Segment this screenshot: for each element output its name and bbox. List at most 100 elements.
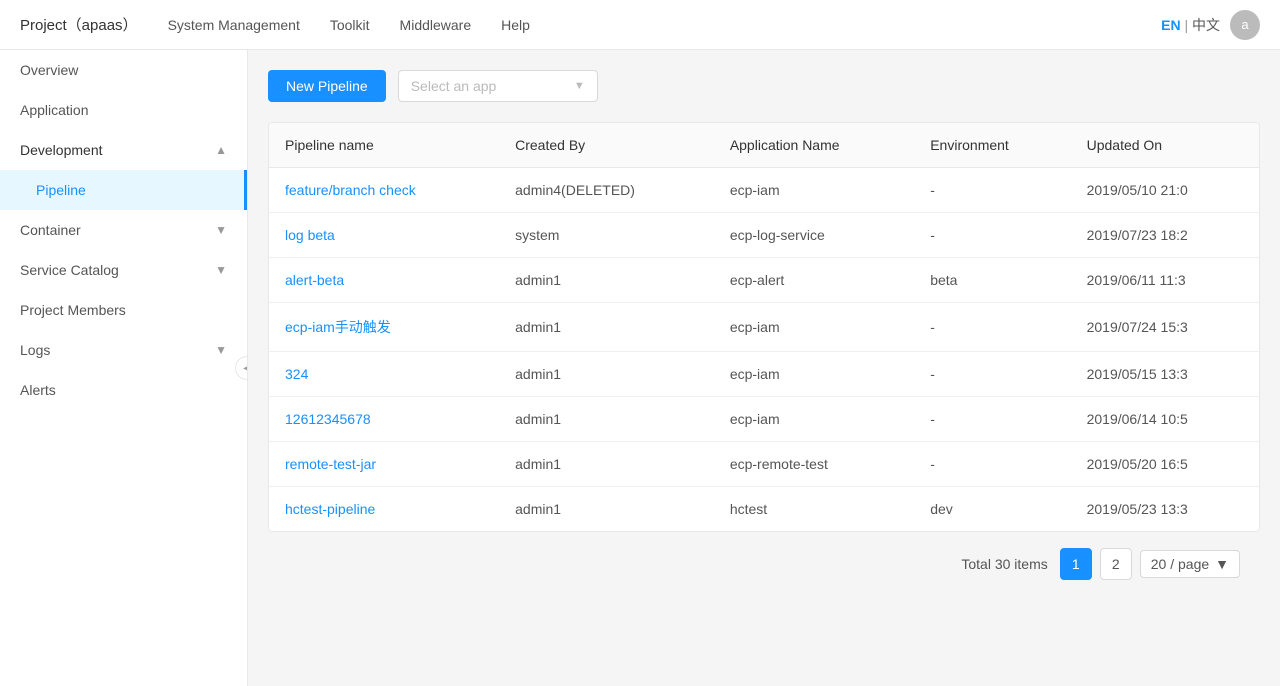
chevron-down-icon-logs: ▼ (215, 343, 227, 357)
sidebar-item-overview[interactable]: Overview (0, 50, 247, 90)
sidebar-item-application[interactable]: Application (0, 90, 247, 130)
col-environment: Environment (914, 123, 1070, 168)
page-size-caret-icon: ▼ (1215, 556, 1229, 572)
table-row: feature/branch check admin4(DELETED) ecp… (269, 168, 1259, 213)
sidebar-item-alerts[interactable]: Alerts (0, 370, 247, 410)
pipeline-name-link[interactable]: 12612345678 (285, 411, 371, 427)
lang-sep: | (1184, 17, 1188, 33)
cell-app-name: ecp-alert (714, 258, 914, 303)
pipeline-name-link[interactable]: log beta (285, 227, 335, 243)
cell-created-by: admin1 (499, 442, 714, 487)
pagination: Total 30 items 1 2 20 / page ▼ (268, 532, 1260, 596)
chevron-up-icon: ▲ (215, 143, 227, 157)
cell-updated-on: 2019/06/14 10:5 (1071, 397, 1259, 442)
col-pipeline-name: Pipeline name (269, 123, 499, 168)
table-scroll: Pipeline name Created By Application Nam… (269, 123, 1259, 531)
cell-pipeline-name: ecp-iam手动触发 (269, 303, 499, 352)
cell-pipeline-name: log beta (269, 213, 499, 258)
cell-updated-on: 2019/05/10 21:0 (1071, 168, 1259, 213)
page-size-label: 20 / page (1151, 556, 1209, 572)
cell-environment: - (914, 352, 1070, 397)
table-row: alert-beta admin1 ecp-alert beta 2019/06… (269, 258, 1259, 303)
col-app-name: Application Name (714, 123, 914, 168)
pipeline-name-link[interactable]: alert-beta (285, 272, 344, 288)
main-content: New Pipeline Select an app ▼ Pipeline na… (248, 50, 1280, 686)
cell-app-name: hctest (714, 487, 914, 532)
avatar[interactable]: a (1230, 10, 1260, 40)
cell-environment: - (914, 303, 1070, 352)
table-row: ecp-iam手动触发 admin1 ecp-iam - 2019/07/24 … (269, 303, 1259, 352)
pipeline-name-link[interactable]: feature/branch check (285, 182, 416, 198)
lang-en[interactable]: EN (1161, 17, 1180, 33)
col-created-by: Created By (499, 123, 714, 168)
nav-middleware[interactable]: Middleware (400, 17, 472, 33)
lang-switcher: EN | 中文 (1161, 15, 1220, 35)
cell-pipeline-name: 324 (269, 352, 499, 397)
pipeline-table-container: Pipeline name Created By Application Nam… (268, 122, 1260, 532)
dropdown-caret-icon: ▼ (574, 80, 585, 92)
pagination-total: Total 30 items (961, 556, 1047, 572)
sidebar-item-pipeline[interactable]: Pipeline (0, 170, 247, 210)
nav-right: EN | 中文 a (1161, 10, 1260, 40)
table-row: hctest-pipeline admin1 hctest dev 2019/0… (269, 487, 1259, 532)
cell-app-name: ecp-iam (714, 303, 914, 352)
cell-pipeline-name: feature/branch check (269, 168, 499, 213)
table-row: 12612345678 admin1 ecp-iam - 2019/06/14 … (269, 397, 1259, 442)
cell-created-by: system (499, 213, 714, 258)
new-pipeline-button[interactable]: New Pipeline (268, 70, 386, 102)
cell-updated-on: 2019/05/23 13:3 (1071, 487, 1259, 532)
sidebar-item-development[interactable]: Development ▲ (0, 130, 247, 170)
cell-environment: - (914, 168, 1070, 213)
select-app-placeholder: Select an app (411, 78, 497, 94)
cell-updated-on: 2019/06/11 11:3 (1071, 258, 1259, 303)
cell-pipeline-name: 12612345678 (269, 397, 499, 442)
nav-items: System Management Toolkit Middleware Hel… (168, 17, 1162, 33)
cell-created-by: admin1 (499, 397, 714, 442)
cell-app-name: ecp-remote-test (714, 442, 914, 487)
cell-created-by: admin1 (499, 487, 714, 532)
toolbar: New Pipeline Select an app ▼ (268, 70, 1260, 102)
cell-created-by: admin1 (499, 258, 714, 303)
top-nav: Project（apaas） System Management Toolkit… (0, 0, 1280, 50)
cell-created-by: admin1 (499, 352, 714, 397)
table-row: 324 admin1 ecp-iam - 2019/05/15 13:3 (269, 352, 1259, 397)
sidebar: Overview Application Development ▲ Pipel… (0, 50, 248, 686)
table-row: remote-test-jar admin1 ecp-remote-test -… (269, 442, 1259, 487)
cell-environment: beta (914, 258, 1070, 303)
lang-zh[interactable]: 中文 (1192, 17, 1220, 33)
cell-updated-on: 2019/05/15 13:3 (1071, 352, 1259, 397)
layout: Overview Application Development ▲ Pipel… (0, 0, 1280, 686)
cell-updated-on: 2019/05/20 16:5 (1071, 442, 1259, 487)
nav-help[interactable]: Help (501, 17, 530, 33)
pipeline-name-link[interactable]: ecp-iam手动触发 (285, 319, 391, 335)
sidebar-item-service-catalog[interactable]: Service Catalog ▼ (0, 250, 247, 290)
cell-app-name: ecp-log-service (714, 213, 914, 258)
col-updated-on: Updated On (1071, 123, 1259, 168)
table-row: log beta system ecp-log-service - 2019/0… (269, 213, 1259, 258)
chevron-down-icon-service: ▼ (215, 263, 227, 277)
cell-environment: dev (914, 487, 1070, 532)
cell-updated-on: 2019/07/24 15:3 (1071, 303, 1259, 352)
cell-environment: - (914, 213, 1070, 258)
nav-toolkit[interactable]: Toolkit (330, 17, 370, 33)
cell-created-by: admin1 (499, 303, 714, 352)
nav-system-management[interactable]: System Management (168, 17, 300, 33)
sidebar-item-container[interactable]: Container ▼ (0, 210, 247, 250)
cell-pipeline-name: hctest-pipeline (269, 487, 499, 532)
sidebar-item-project-members[interactable]: Project Members (0, 290, 247, 330)
page-2-button[interactable]: 2 (1100, 548, 1132, 580)
select-app-dropdown[interactable]: Select an app ▼ (398, 70, 598, 102)
cell-updated-on: 2019/07/23 18:2 (1071, 213, 1259, 258)
brand: Project（apaas） (20, 14, 138, 35)
cell-pipeline-name: alert-beta (269, 258, 499, 303)
sidebar-item-logs[interactable]: Logs ▼ (0, 330, 247, 370)
pipeline-name-link[interactable]: hctest-pipeline (285, 501, 375, 517)
cell-app-name: ecp-iam (714, 168, 914, 213)
table-header-row: Pipeline name Created By Application Nam… (269, 123, 1259, 168)
page-1-button[interactable]: 1 (1060, 548, 1092, 580)
cell-app-name: ecp-iam (714, 352, 914, 397)
page-size-select[interactable]: 20 / page ▼ (1140, 550, 1240, 578)
cell-created-by: admin4(DELETED) (499, 168, 714, 213)
pipeline-name-link[interactable]: remote-test-jar (285, 456, 376, 472)
pipeline-name-link[interactable]: 324 (285, 366, 308, 382)
